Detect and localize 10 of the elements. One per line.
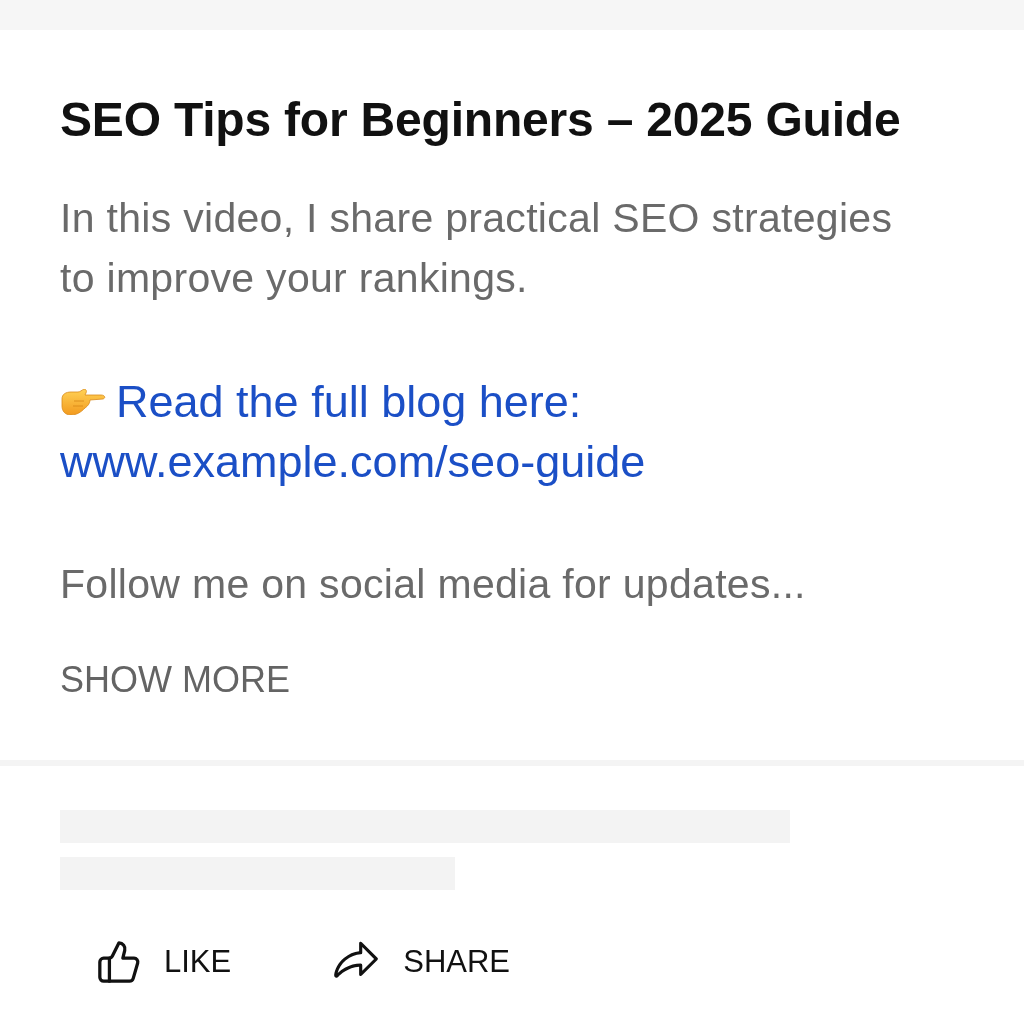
thumbs-up-icon	[96, 939, 142, 985]
like-button[interactable]: LIKE	[96, 932, 232, 992]
blog-link-text[interactable]: Read the full blog here:	[116, 372, 582, 432]
description-text: In this video, I share practical SEO strategies to improve your rankings.	[60, 194, 894, 303]
url-link[interactable]: www.example.com/seo-guide	[60, 432, 646, 492]
video-title: SEO Tips for Beginners – 2025 Guide	[60, 92, 901, 148]
share-button[interactable]: SHARE	[331, 932, 511, 992]
show-more-button[interactable]: SHOW MORE	[60, 660, 290, 700]
pointing-hand-icon	[60, 389, 106, 415]
follow-text: Follow me on social media for updates...	[60, 560, 807, 609]
